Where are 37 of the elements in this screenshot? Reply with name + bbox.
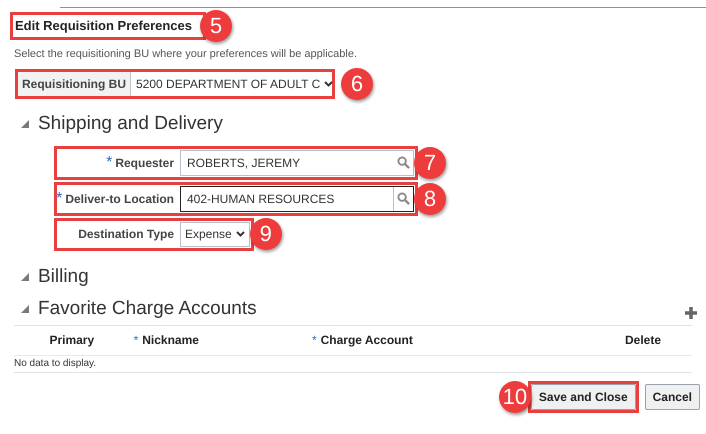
column-header: Primary xyxy=(49,332,94,349)
required-asterisk: * xyxy=(106,152,112,172)
required-asterisk: * xyxy=(134,332,138,349)
step-number-badge: 5 xyxy=(200,10,232,42)
lookup-field[interactable]: 402-HUMAN RESOURCES xyxy=(180,186,414,212)
search-icon[interactable] xyxy=(396,156,410,169)
search-icon[interactable] xyxy=(397,192,410,205)
section-title: Shipping and Delivery xyxy=(38,112,223,136)
step-number-badge: 6 xyxy=(341,68,373,100)
field-label: Requester xyxy=(115,154,174,172)
column-header: Nickname xyxy=(142,332,199,349)
column-header: Charge Account xyxy=(320,332,413,349)
plus-icon[interactable] xyxy=(684,306,698,320)
disclosure-triangle-icon[interactable] xyxy=(20,304,30,314)
section-title: Billing xyxy=(38,264,89,288)
field-label: Destination Type xyxy=(78,226,174,243)
field-label: Deliver-to Location xyxy=(65,190,174,208)
dropdown[interactable]: Expense xyxy=(180,222,250,246)
chevron-down-icon xyxy=(324,80,334,86)
dialog-button[interactable]: Cancel xyxy=(644,384,700,410)
dialog-button[interactable]: Save and Close xyxy=(530,384,636,410)
lookup-field[interactable]: ROBERTS, JEREMY xyxy=(180,150,414,176)
disclosure-triangle-icon[interactable] xyxy=(20,272,30,282)
required-asterisk: * xyxy=(312,332,317,349)
disclosure-triangle-icon[interactable] xyxy=(20,118,30,128)
chevron-down-icon xyxy=(236,231,245,237)
column-header: Delete xyxy=(625,332,662,349)
field-label: Requisitioning BU xyxy=(18,72,130,96)
step-number-badge: 9 xyxy=(250,218,282,250)
empty-table-message: No data to display. xyxy=(14,357,96,371)
dropdown[interactable]: 5200 DEPARTMENT OF ADULT C xyxy=(130,72,332,96)
page-title: Edit Requisition Preferences xyxy=(15,17,192,36)
section-title: Favorite Charge Accounts xyxy=(38,296,257,320)
step-number-badge: 7 xyxy=(414,146,446,178)
step-number-badge: 10 xyxy=(498,380,531,412)
instruction-text: Select the requisitioning BU where your preferences will be applicable. xyxy=(13,47,358,62)
step-number-badge: 8 xyxy=(414,182,446,214)
